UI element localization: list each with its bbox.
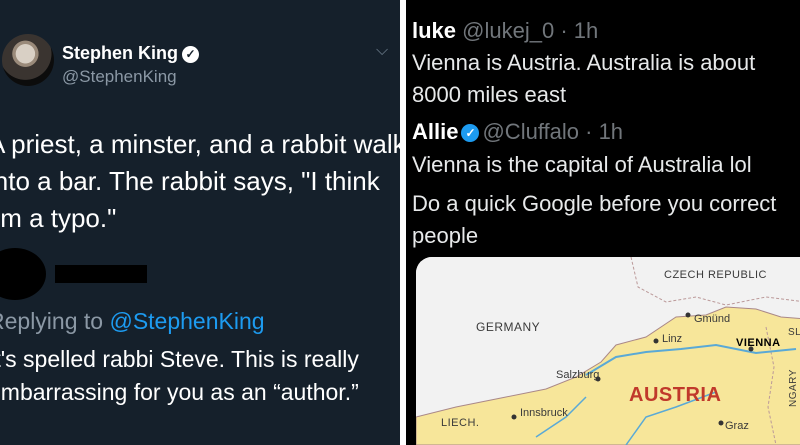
verified-badge-icon: ✓ bbox=[461, 124, 480, 142]
label-gmund: Gmünd bbox=[694, 313, 731, 325]
reply2-header: Allie ✓ @Cluffalo · 1h bbox=[412, 119, 623, 145]
author-handle[interactable]: @StephenKing bbox=[62, 67, 177, 87]
verified-badge-icon: ✓ bbox=[182, 46, 199, 63]
reply2-time[interactable]: · 1h bbox=[585, 119, 623, 144]
label-salzburg: Salzburg bbox=[556, 369, 600, 381]
reply2-text2-line2: people bbox=[412, 223, 479, 248]
replying-to: Replying to @StephenKing bbox=[0, 308, 265, 334]
label-hungary: NGARY bbox=[788, 369, 799, 407]
left-tweet-screenshot: Stephen King ✓ @StephenKing ⌵ A priest, a… bbox=[0, 0, 400, 445]
reply1-handle[interactable]: @lukej_0 bbox=[462, 18, 554, 43]
redacted-name bbox=[55, 265, 147, 283]
reply2-text1: Vienna is the capital of Australia lol bbox=[412, 152, 752, 177]
label-graz: Graz bbox=[725, 420, 749, 432]
reply2-text2-line1: Do a quick Google before you correct bbox=[412, 191, 777, 216]
reply1-header: luke @lukej_0 · 1h bbox=[412, 18, 598, 44]
label-slovakia: SLO bbox=[788, 327, 800, 338]
reply1-time[interactable]: · 1h bbox=[560, 18, 598, 43]
city-dot bbox=[718, 420, 724, 426]
label-linz: Linz bbox=[662, 333, 683, 345]
reply-text: It's spelled rabbi Steve. This is really… bbox=[0, 346, 359, 405]
city-dot bbox=[685, 312, 691, 318]
reply2-handle[interactable]: @Cluffalo bbox=[482, 119, 579, 144]
chevron-down-icon[interactable]: ⌵ bbox=[376, 42, 388, 60]
label-austria: AUSTRIA bbox=[629, 384, 722, 406]
reply1-text-line2: 8000 miles east bbox=[412, 82, 567, 107]
label-czech-republic: CZECH REPUBLIC bbox=[664, 269, 767, 281]
reply1-text-line1: Vienna is Austria. Australia is about bbox=[412, 50, 756, 75]
label-liechtenstein: LIECH. bbox=[441, 417, 480, 429]
city-dot bbox=[511, 414, 517, 420]
austria-map-image[interactable]: CZECH REPUBLIC GERMANY Gmünd Linz VIENNA… bbox=[416, 257, 800, 445]
label-innsbruck: Innsbruck bbox=[520, 407, 568, 419]
tweet-text: A priest, a minster, and a rabbit walk i… bbox=[0, 129, 400, 233]
author-avatar[interactable] bbox=[2, 34, 54, 86]
reply1-name[interactable]: luke bbox=[412, 18, 456, 43]
reply2-name[interactable]: Allie bbox=[412, 119, 458, 144]
author-name[interactable]: Stephen King ✓ bbox=[62, 43, 199, 64]
city-dot bbox=[653, 338, 659, 344]
label-germany: GERMANY bbox=[476, 320, 541, 334]
replying-to-mention[interactable]: @StephenKing bbox=[109, 308, 264, 334]
label-vienna: VIENNA bbox=[736, 337, 781, 349]
reply-avatar[interactable] bbox=[0, 248, 46, 300]
right-tweet-screenshot: luke @lukej_0 · 1h Vienna is Austria. Au… bbox=[406, 0, 800, 445]
